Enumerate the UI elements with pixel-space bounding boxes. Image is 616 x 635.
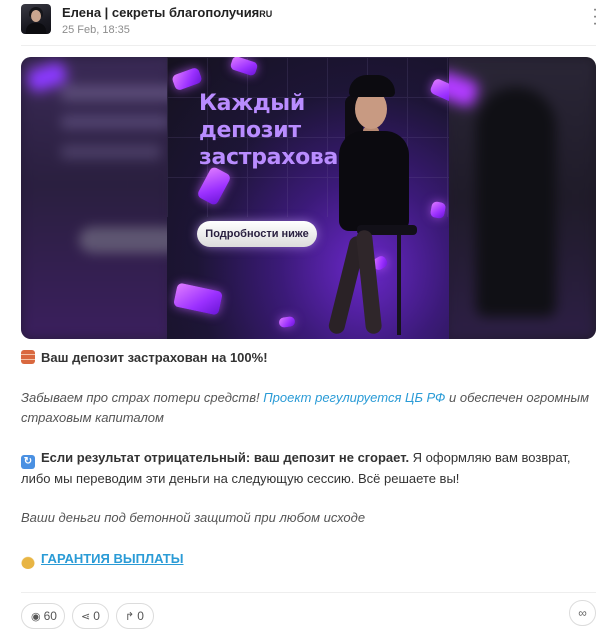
divider bbox=[21, 592, 596, 593]
line-3-bold: Если результат отрицательный: ваш депози… bbox=[41, 450, 410, 465]
text-line-2: Забываем про страх потери средств! Проек… bbox=[21, 388, 596, 428]
shares-count: 0 bbox=[93, 609, 100, 623]
blurred-background-right bbox=[433, 57, 596, 339]
crystal-icon bbox=[173, 282, 223, 316]
banner-cta-button: Подробности ниже bbox=[197, 221, 317, 247]
vertical-dots-icon[interactable]: · · · bbox=[589, 2, 601, 32]
text-line-5: $ ГАРАНТИЯ ВЫПЛАТЫ bbox=[21, 549, 596, 569]
crystal-icon bbox=[278, 315, 296, 329]
author-suffix: RU bbox=[259, 9, 273, 19]
author-name[interactable]: Елена | секреты благополучияRU bbox=[62, 5, 272, 20]
reposts-count: 0 bbox=[137, 609, 144, 623]
text-line-1: Ваш депозит застрахован на 100%! bbox=[21, 348, 596, 368]
regulation-link[interactable]: Проект регулируется ЦБ РФ bbox=[263, 390, 445, 405]
divider bbox=[21, 45, 596, 46]
repost-button[interactable]: ↱ 0 bbox=[116, 603, 154, 629]
share-icon: ⋖ bbox=[81, 611, 91, 623]
refresh-icon: ↻ bbox=[21, 455, 35, 469]
views-count: 60 bbox=[43, 609, 57, 623]
channel-post: Елена | секреты благополучияRU 25 Feb, 1… bbox=[0, 0, 616, 635]
share-button[interactable]: ⋖ 0 bbox=[72, 603, 109, 629]
line-2-text-before: Забываем про страх потери средств! bbox=[21, 390, 264, 405]
banner-artwork: Каждый депозит застрахован! Подробности … bbox=[167, 57, 449, 339]
eye-icon: ◉ bbox=[31, 611, 41, 623]
text-line-4: Ваши деньги под бетонной защитой при люб… bbox=[21, 510, 366, 525]
avatar[interactable] bbox=[21, 4, 51, 34]
line-1-text: Ваш депозит застрахован на 100%! bbox=[41, 350, 268, 365]
text-line-3: ↻ Если результат отрицательный: ваш депоз… bbox=[21, 448, 596, 489]
author-name-text: Елена | секреты благополучия bbox=[62, 5, 260, 20]
views-counter[interactable]: ◉ 60 bbox=[21, 603, 65, 629]
post-image[interactable]: Каждый депозит застрахован! Подробности … bbox=[21, 57, 596, 339]
post-date: 25 Feb, 18:35 bbox=[62, 24, 130, 36]
money-bag-icon: $ bbox=[21, 555, 35, 569]
blurred-background-left bbox=[21, 57, 181, 339]
model-figure bbox=[327, 75, 447, 339]
repost-arrow-icon: ↱ bbox=[125, 611, 135, 623]
link-icon[interactable]: ∞ bbox=[569, 600, 596, 626]
post-header: Елена | секреты благополучияRU 25 Feb, 1… bbox=[21, 2, 601, 38]
brick-icon bbox=[21, 350, 35, 364]
guarantee-link[interactable]: ГАРАНТИЯ ВЫПЛАТЫ bbox=[41, 551, 183, 566]
